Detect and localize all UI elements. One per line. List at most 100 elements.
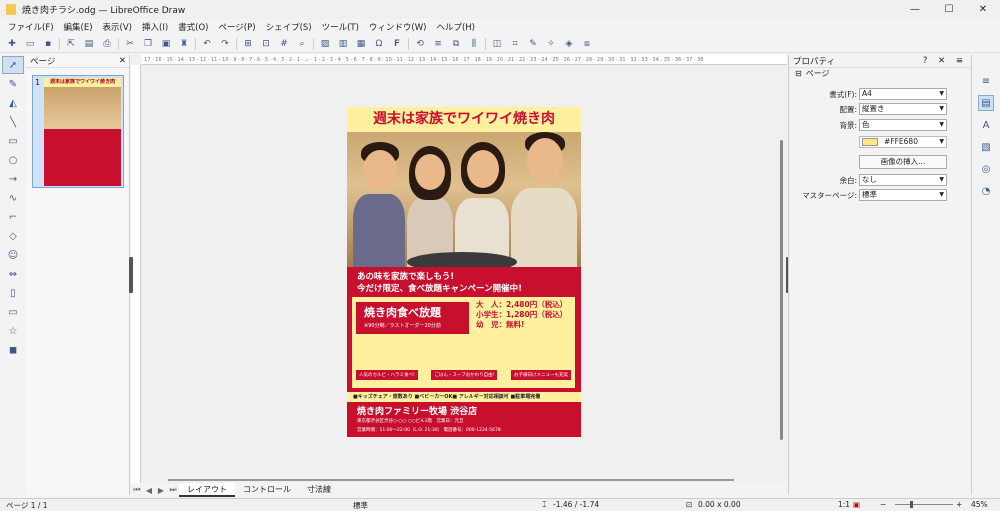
- zoom-slider[interactable]: [895, 504, 953, 505]
- left-pane-collapse-handle[interactable]: [129, 257, 133, 293]
- next-tab-icon[interactable]: ▶: [155, 486, 167, 495]
- menu-format[interactable]: 書式(O): [173, 21, 213, 33]
- crop-icon[interactable]: ⌗: [508, 37, 522, 51]
- undo-icon[interactable]: ↶: [200, 37, 214, 51]
- vertical-scrollbar[interactable]: [780, 140, 783, 440]
- sidebar-menu-icons[interactable]: ? ✕ ≡: [923, 56, 967, 66]
- menu-window[interactable]: ウィンドウ(W): [364, 21, 432, 33]
- collapse-icon[interactable]: ⊟: [795, 69, 802, 78]
- master-page-select[interactable]: 標準 ▼: [859, 189, 947, 201]
- distribute-icon[interactable]: ⫼: [467, 37, 481, 51]
- zoom-out-icon[interactable]: −: [880, 500, 886, 509]
- new-document-icon[interactable]: ✚: [5, 37, 19, 51]
- connectors-icon[interactable]: ⌐: [2, 208, 24, 226]
- tab-controls[interactable]: コントロール: [235, 483, 299, 497]
- zoom-level[interactable]: 45%: [971, 500, 988, 509]
- draw-app-icon: [6, 4, 16, 15]
- zoom-icon[interactable]: ⌕: [295, 37, 309, 51]
- stars-icon[interactable]: ☆: [2, 322, 24, 340]
- menu-view[interactable]: 表示(V): [98, 21, 137, 33]
- tab-layout[interactable]: レイアウト: [179, 483, 235, 497]
- gallery-deck-icon[interactable]: ▧: [978, 139, 994, 155]
- export-icon[interactable]: ⇱: [64, 37, 78, 51]
- redo-icon[interactable]: ↷: [218, 37, 232, 51]
- flowchart-icon[interactable]: ▯: [2, 284, 24, 302]
- grid-icon[interactable]: ⊞: [241, 37, 255, 51]
- select-tool-icon[interactable]: ➚: [2, 56, 24, 74]
- background-select[interactable]: 色 ▼: [859, 119, 947, 131]
- close-pane-icon[interactable]: ✕: [119, 56, 126, 66]
- sidebar-menu-icon[interactable]: ≡: [978, 73, 994, 89]
- maximize-button[interactable]: ☐: [932, 0, 966, 19]
- insert-chart-icon[interactable]: ▥: [336, 37, 350, 51]
- thumbnail-title: 週末は家族でワイワイ焼き肉: [44, 78, 121, 87]
- menu-insert[interactable]: 挿入(I): [137, 21, 173, 33]
- arrange-icon[interactable]: ⧉: [449, 37, 463, 51]
- insert-image-icon[interactable]: ▨: [318, 37, 332, 51]
- insert-table-icon[interactable]: ▦: [354, 37, 368, 51]
- menu-tools[interactable]: ツール(T): [317, 21, 364, 33]
- ellipse-tool-icon[interactable]: ○: [2, 151, 24, 169]
- fontwork-icon[interactable]: 𝐅: [390, 37, 404, 51]
- open-folder-icon[interactable]: ▭: [23, 37, 37, 51]
- close-button[interactable]: ✕: [966, 0, 1000, 19]
- page-thumbnail[interactable]: 1 週末は家族でワイワイ焼き肉: [32, 75, 124, 188]
- line-color-icon[interactable]: ✎: [2, 75, 24, 93]
- lines-arrows-icon[interactable]: →: [2, 170, 24, 188]
- page-section-header[interactable]: ⊟ ページ: [789, 68, 971, 79]
- document-modified-icon[interactable]: ▣: [853, 500, 860, 509]
- menu-page[interactable]: ページ(P): [213, 21, 260, 33]
- flyer-page[interactable]: 週末は家族でワイワイ焼き肉 あの味を家族で楽しもう! 今だけ限定、食べ放題キャン…: [347, 107, 581, 437]
- shadow-icon[interactable]: ◫: [490, 37, 504, 51]
- tab-dimensions[interactable]: 寸法線: [299, 483, 339, 497]
- curves-icon[interactable]: ∿: [2, 189, 24, 207]
- orientation-select[interactable]: 縦置き ▼: [859, 103, 947, 115]
- menu-shape[interactable]: シェイプ(S): [261, 21, 317, 33]
- special-character-icon[interactable]: Ω: [372, 37, 386, 51]
- toggle-extrusion-icon[interactable]: ◈: [562, 37, 576, 51]
- family-photo[interactable]: [347, 132, 581, 269]
- helplines-icon[interactable]: ⊡: [259, 37, 273, 51]
- background-color-picker[interactable]: #FFE680 ▼: [859, 136, 947, 148]
- menu-edit[interactable]: 編集(E): [59, 21, 98, 33]
- menu-file[interactable]: ファイル(F): [3, 21, 59, 33]
- properties-deck-icon[interactable]: ▤: [978, 95, 994, 111]
- print-icon[interactable]: ⎙: [100, 37, 114, 51]
- rectangle-tool-icon[interactable]: ▭: [2, 132, 24, 150]
- zoom-slider-thumb[interactable]: [910, 501, 913, 508]
- 3d-objects-icon[interactable]: ◼: [2, 341, 24, 359]
- align-icon[interactable]: ≡: [431, 37, 445, 51]
- cut-icon[interactable]: ✂: [123, 37, 137, 51]
- points-icon[interactable]: ✎: [526, 37, 540, 51]
- save-icon[interactable]: ▪: [41, 37, 55, 51]
- thumbnail-photo: [44, 87, 121, 129]
- navigator-deck-icon[interactable]: ◎: [978, 161, 994, 177]
- snap-grid-icon[interactable]: #: [277, 37, 291, 51]
- last-tab-icon[interactable]: ⏭: [167, 485, 179, 495]
- horizontal-scrollbar[interactable]: [168, 479, 734, 481]
- line-tool-icon[interactable]: ╲: [2, 113, 24, 131]
- format-select[interactable]: A4 ▼: [859, 88, 947, 100]
- shapes-deck-icon[interactable]: ◔: [978, 183, 994, 199]
- export-pdf-icon[interactable]: ▤: [82, 37, 96, 51]
- margin-select[interactable]: なし ▼: [859, 174, 947, 186]
- paste-icon[interactable]: ▣: [159, 37, 173, 51]
- fill-color-icon[interactable]: ◭: [2, 94, 24, 112]
- block-arrows-icon[interactable]: ⇔: [2, 265, 24, 283]
- show-draw-functions-icon[interactable]: ⧈: [580, 37, 594, 51]
- callouts-icon[interactable]: ▭: [2, 303, 24, 321]
- transform-icon[interactable]: ⟲: [413, 37, 427, 51]
- first-tab-icon[interactable]: ⏮: [131, 485, 143, 495]
- insert-image-button[interactable]: 画像の挿入...: [859, 155, 947, 169]
- clone-formatting-icon[interactable]: ♜: [177, 37, 191, 51]
- symbol-shapes-icon[interactable]: ☺: [2, 246, 24, 264]
- basic-shapes-icon[interactable]: ◇: [2, 227, 24, 245]
- horizontal-ruler[interactable]: · 17 · 16 · 15 · 14 · 13 · 12 · 11 · 10 …: [141, 55, 787, 65]
- styles-deck-icon[interactable]: A: [978, 117, 994, 133]
- menu-help[interactable]: ヘルプ(H): [431, 21, 480, 33]
- prev-tab-icon[interactable]: ◀: [143, 486, 155, 495]
- zoom-in-icon[interactable]: +: [956, 500, 962, 509]
- minimize-button[interactable]: —: [898, 0, 932, 19]
- copy-icon[interactable]: ❐: [141, 37, 155, 51]
- glue-points-icon[interactable]: ✧: [544, 37, 558, 51]
